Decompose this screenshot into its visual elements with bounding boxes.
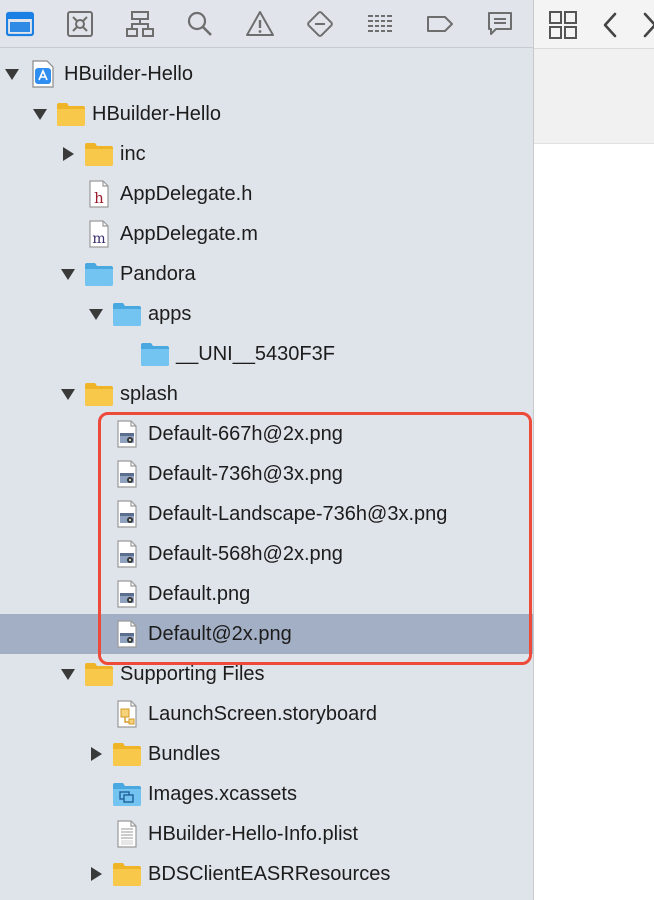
png-file-icon: [112, 540, 142, 568]
tree-item-label: HBuilder-Hello-Info.plist: [148, 823, 359, 845]
tree-row[interactable]: Default@2x.png: [0, 614, 533, 654]
folder-icon: [84, 380, 114, 408]
debug-icon[interactable]: [362, 6, 398, 42]
tree-item-label: AppDelegate.h: [120, 183, 253, 205]
implementation-file-icon: m: [84, 220, 114, 248]
tree-item-label: Default-568h@2x.png: [148, 543, 343, 565]
navigator-toolbar: [0, 0, 533, 48]
warning-icon[interactable]: [242, 6, 278, 42]
tree-item-label: Default.png: [148, 583, 251, 605]
folder-icon: [84, 660, 114, 688]
folder-icon: [56, 100, 86, 128]
tree-item-label: Images.xcassets: [148, 783, 297, 805]
asset-catalog-icon: [112, 780, 142, 808]
disclosure-expanded-icon[interactable]: [30, 94, 50, 134]
disclosure-collapsed-icon[interactable]: [86, 854, 106, 894]
header-file-icon: h: [84, 180, 114, 208]
search-icon[interactable]: [182, 6, 218, 42]
tree-item-label: Default-Landscape-736h@3x.png: [148, 503, 448, 525]
disclosure-expanded-icon[interactable]: [2, 54, 22, 94]
editor-header-area: [534, 49, 654, 144]
tree-item-label: BDSClientEASRResources: [148, 863, 391, 885]
svg-text:m: m: [92, 231, 105, 247]
tree-row[interactable]: Supporting Files: [0, 654, 533, 694]
editor-toolbar: [534, 0, 654, 49]
disclosure-collapsed-icon[interactable]: [58, 134, 78, 174]
blue-folder-icon: [140, 340, 170, 368]
tree-item-label: Default-667h@2x.png: [148, 423, 343, 445]
report-icon[interactable]: [482, 6, 518, 42]
tree-item-label: Supporting Files: [120, 663, 265, 685]
tree-row[interactable]: LaunchScreen.storyboard: [0, 694, 533, 734]
png-file-icon: [112, 620, 142, 648]
png-file-icon: [112, 500, 142, 528]
png-file-icon: [112, 420, 142, 448]
disclosure-expanded-icon[interactable]: [58, 374, 78, 414]
svg-text:h: h: [94, 189, 104, 207]
folder-icon: [112, 860, 142, 888]
png-file-icon: [112, 580, 142, 608]
tree-item-label: AppDelegate.m: [120, 223, 258, 245]
tree-row[interactable]: apps: [0, 294, 533, 334]
tree-row[interactable]: HBuilder-Hello-Info.plist: [0, 814, 533, 854]
folder-icon[interactable]: [2, 6, 38, 42]
tree-row[interactable]: HBuilder-Hello: [0, 54, 533, 94]
tree-row[interactable]: Default-568h@2x.png: [0, 534, 533, 574]
hierarchy-icon[interactable]: [122, 6, 158, 42]
tree-row[interactable]: Default-736h@3x.png: [0, 454, 533, 494]
tree-row[interactable]: inc: [0, 134, 533, 174]
plist-file-icon: [112, 820, 142, 848]
tree-item-label: __UNI__5430F3F: [176, 343, 335, 365]
tree-item-label: apps: [148, 303, 192, 325]
disclosure-expanded-icon[interactable]: [86, 294, 106, 334]
tree-item-label: HBuilder-Hello: [64, 63, 193, 85]
tree-row[interactable]: HBuilder-Hello: [0, 94, 533, 134]
disclosure-expanded-icon[interactable]: [58, 254, 78, 294]
project-icon: [28, 60, 58, 88]
tree-row[interactable]: Pandora: [0, 254, 533, 294]
source-control-icon[interactable]: [62, 6, 98, 42]
related-items-icon[interactable]: [548, 10, 578, 40]
forward-arrow-icon[interactable]: [638, 10, 654, 40]
tree-item-label: inc: [120, 143, 146, 165]
blue-folder-icon: [112, 300, 142, 328]
storyboard-file-icon: [112, 700, 142, 728]
tree-item-label: HBuilder-Hello: [92, 103, 221, 125]
folder-icon: [112, 740, 142, 768]
tree-row[interactable]: h AppDelegate.h: [0, 174, 533, 214]
editor-pane: [534, 0, 654, 900]
tree-item-label: Bundles: [148, 743, 221, 765]
tree-item-label: LaunchScreen.storyboard: [148, 703, 378, 725]
tree-row[interactable]: __UNI__5430F3F: [0, 334, 533, 374]
tree-row[interactable]: splash: [0, 374, 533, 414]
tree-item-label: Default@2x.png: [148, 623, 292, 645]
tree-row[interactable]: BDSClientEASRResources: [0, 854, 533, 894]
tree-row[interactable]: Default-667h@2x.png: [0, 414, 533, 454]
test-icon[interactable]: [302, 6, 338, 42]
tree-row[interactable]: Default-Landscape-736h@3x.png: [0, 494, 533, 534]
tree-row[interactable]: Default.png: [0, 574, 533, 614]
folder-icon: [84, 140, 114, 168]
tree-item-label: splash: [120, 383, 178, 405]
disclosure-collapsed-icon[interactable]: [86, 734, 106, 774]
tree-row[interactable]: m AppDelegate.m: [0, 214, 533, 254]
tree-row[interactable]: Images.xcassets: [0, 774, 533, 814]
png-file-icon: [112, 460, 142, 488]
back-arrow-icon[interactable]: [600, 10, 622, 40]
tree-item-label: Pandora: [120, 263, 196, 285]
tree-item-label: Default-736h@3x.png: [148, 463, 343, 485]
breakpoint-icon[interactable]: [422, 6, 458, 42]
blue-folder-icon: [84, 260, 114, 288]
project-navigator: HBuilder-Hello HBuilder-Hello inc h AppDeleg…: [0, 0, 533, 900]
disclosure-expanded-icon[interactable]: [58, 654, 78, 694]
tree-row[interactable]: Bundles: [0, 734, 533, 774]
